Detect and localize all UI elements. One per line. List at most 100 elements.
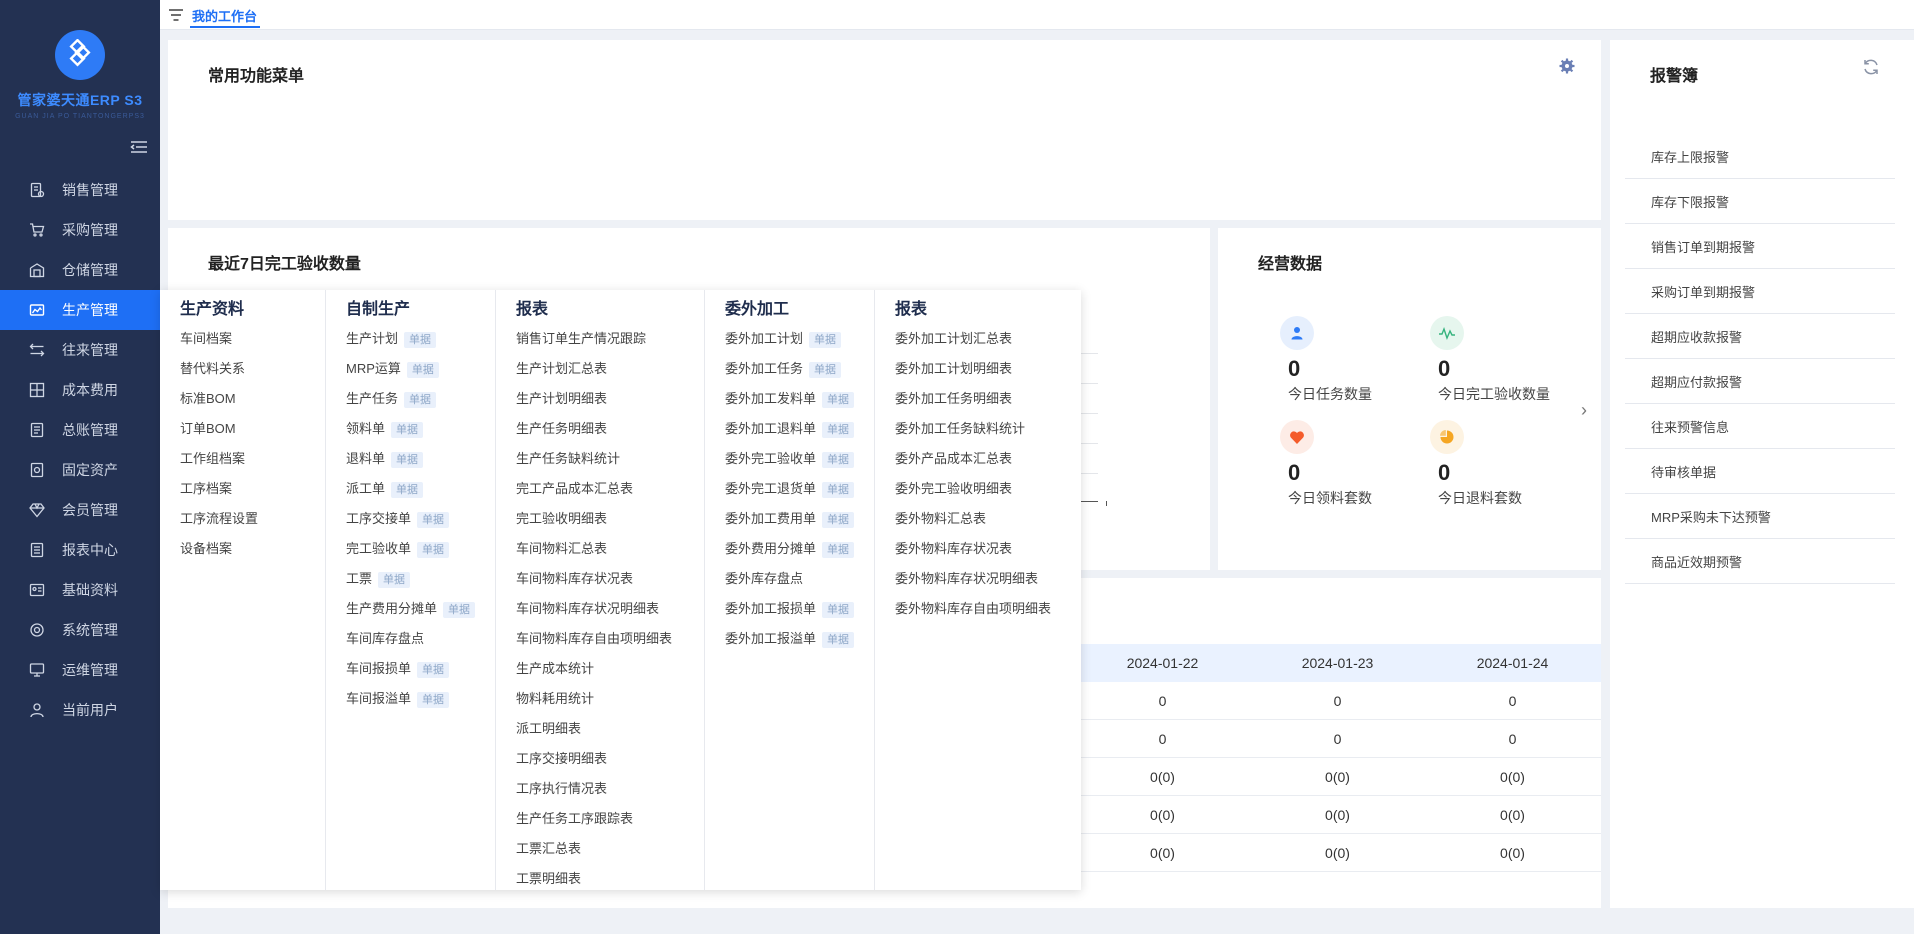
sidebar-item-6[interactable]: 总账管理 (0, 410, 160, 450)
alert-item[interactable]: 往来预警信息 (1625, 404, 1895, 449)
mega-menu-item[interactable]: MRP运算 单据 (346, 354, 495, 384)
mega-menu-item[interactable]: 生产任务缺料统计 (516, 444, 704, 474)
mega-menu-item[interactable]: 委外物料汇总表 (895, 504, 1081, 534)
sidebar-item-10[interactable]: 基础资料 (0, 570, 160, 610)
tab-my-workbench[interactable]: 我的工作台 (192, 6, 257, 25)
mega-menu-item[interactable]: 订单BOM (180, 414, 325, 444)
mega-menu-item[interactable]: 委外物料库存自由项明细表 (895, 594, 1081, 624)
mega-menu-item[interactable]: 工作组档案 (180, 444, 325, 474)
alert-item[interactable]: 销售订单到期报警 (1625, 224, 1895, 269)
mega-menu-item[interactable]: 车间报损单 单据 (346, 654, 495, 684)
mega-menu-item[interactable]: 完工验收单 单据 (346, 534, 495, 564)
collapse-menu-icon[interactable] (130, 140, 148, 154)
mega-menu-item[interactable]: 派工明细表 (516, 714, 704, 744)
mega-menu-item[interactable]: 工序流程设置 (180, 504, 325, 534)
mega-menu-item[interactable]: 完工验收明细表 (516, 504, 704, 534)
alert-item[interactable]: 采购订单到期报警 (1625, 269, 1895, 314)
mega-menu-item[interactable]: 委外加工任务缺料统计 (895, 414, 1081, 444)
mega-menu-item[interactable]: 退料单 单据 (346, 444, 495, 474)
mega-menu-item[interactable]: 生产计划明细表 (516, 384, 704, 414)
mega-menu-item[interactable]: 工票汇总表 (516, 834, 704, 864)
alert-item[interactable]: 待审核单据 (1625, 449, 1895, 494)
alert-item[interactable]: 库存下限报警 (1625, 179, 1895, 224)
mega-menu-item[interactable]: 生产计划 单据 (346, 324, 495, 354)
alert-item[interactable]: 超期应付款报警 (1625, 359, 1895, 404)
mega-menu-item[interactable]: 生产任务明细表 (516, 414, 704, 444)
mega-menu-item[interactable]: 生产计划汇总表 (516, 354, 704, 384)
logo[interactable]: 管家婆天通ERP S3 GUAN JIA PO TIANTONGERPS3 (0, 0, 160, 130)
mega-menu-item[interactable]: 生产费用分摊单 单据 (346, 594, 495, 624)
mega-menu-item[interactable]: 工票明细表 (516, 864, 704, 894)
mega-menu-item[interactable]: 委外加工计划 单据 (725, 324, 874, 354)
sidebar-item-7[interactable]: 固定资产 (0, 450, 160, 490)
logo-icon (55, 30, 105, 80)
document-badge: 单据 (391, 422, 424, 438)
sidebar-item-9[interactable]: 报表中心 (0, 530, 160, 570)
mega-menu-item[interactable]: 委外完工退货单 单据 (725, 474, 874, 504)
alert-item[interactable]: 超期应收款报警 (1625, 314, 1895, 359)
mega-menu-item[interactable]: 委外物料库存状况明细表 (895, 564, 1081, 594)
mega-menu-item[interactable]: 生产成本统计 (516, 654, 704, 684)
settings-gear-icon[interactable] (1559, 58, 1575, 77)
sidebar-item-0[interactable]: 销售管理 (0, 170, 160, 210)
mega-menu-item[interactable]: 销售订单生产情况跟踪 (516, 324, 704, 354)
mega-menu-item[interactable]: 设备档案 (180, 534, 325, 564)
mega-menu-item[interactable]: 生产任务 单据 (346, 384, 495, 414)
sidebar-item-11[interactable]: 系统管理 (0, 610, 160, 650)
mega-menu-item[interactable]: 委外加工任务 单据 (725, 354, 874, 384)
alert-item[interactable]: MRP采购未下达预警 (1625, 494, 1895, 539)
document-badge: 单据 (822, 632, 855, 648)
mega-menu-item[interactable]: 委外加工报溢单 单据 (725, 624, 874, 654)
mega-menu-item[interactable]: 车间报溢单 单据 (346, 684, 495, 714)
mega-menu-item[interactable]: 工序档案 (180, 474, 325, 504)
mega-menu-item[interactable]: 车间物料库存状况明细表 (516, 594, 704, 624)
mega-menu-item[interactable]: 工票 单据 (346, 564, 495, 594)
sidebar-item-12[interactable]: 运维管理 (0, 650, 160, 690)
mega-menu-item[interactable]: 领料单 单据 (346, 414, 495, 444)
alert-item[interactable]: 库存上限报警 (1625, 134, 1895, 179)
mega-menu-item[interactable]: 委外完工验收单 单据 (725, 444, 874, 474)
mega-menu-item[interactable]: 委外加工任务明细表 (895, 384, 1081, 414)
sidebar-item-4[interactable]: 往来管理 (0, 330, 160, 370)
mega-menu-item[interactable]: 车间物料库存状况表 (516, 564, 704, 594)
mega-menu-item[interactable]: 生产任务工序跟踪表 (516, 804, 704, 834)
common-menu-panel: 常用功能菜单 (168, 40, 1601, 220)
sidebar-item-3[interactable]: 生产管理 (0, 290, 160, 330)
mega-menu-item[interactable]: 车间物料汇总表 (516, 534, 704, 564)
business-data-title: 经营数据 (1258, 256, 1323, 273)
mega-menu-item[interactable]: 派工单 单据 (346, 474, 495, 504)
mega-menu-item[interactable]: 委外加工费用单 单据 (725, 504, 874, 534)
mega-menu-item[interactable]: 委外加工计划汇总表 (895, 324, 1081, 354)
mega-menu-item-label: 销售订单生产情况跟踪 (516, 331, 647, 346)
sidebar-item-13[interactable]: 当前用户 (0, 690, 160, 730)
mega-menu-item[interactable]: 标准BOM (180, 384, 325, 414)
mega-menu-item[interactable]: 委外库存盘点 (725, 564, 874, 594)
mega-menu-item[interactable]: 委外加工发料单 单据 (725, 384, 874, 414)
sidebar-item-5[interactable]: 成本费用 (0, 370, 160, 410)
sidebar-item-2[interactable]: 仓储管理 (0, 250, 160, 290)
document-badge: 单据 (822, 422, 855, 438)
mega-menu-item[interactable]: 委外完工验收明细表 (895, 474, 1081, 504)
mega-menu-item[interactable]: 物料耗用统计 (516, 684, 704, 714)
refresh-icon[interactable] (1862, 58, 1880, 79)
mega-menu-item[interactable]: 车间库存盘点 (346, 624, 495, 654)
mega-menu-item[interactable]: 委外物料库存状况表 (895, 534, 1081, 564)
mega-menu-item[interactable]: 委外加工计划明细表 (895, 354, 1081, 384)
alert-item[interactable]: 商品近效期预警 (1625, 539, 1895, 584)
next-arrow-icon[interactable]: › (1581, 400, 1587, 421)
filter-menu-icon[interactable] (168, 8, 184, 22)
mega-menu-item[interactable]: 完工产品成本汇总表 (516, 474, 704, 504)
mega-menu-item[interactable]: 工序执行情况表 (516, 774, 704, 804)
mega-menu-item-label: 工作组档案 (180, 451, 246, 466)
mega-menu-item[interactable]: 委外加工报损单 单据 (725, 594, 874, 624)
mega-menu-item[interactable]: 车间物料库存自由项明细表 (516, 624, 704, 654)
mega-menu-item[interactable]: 委外费用分摊单 单据 (725, 534, 874, 564)
sidebar-item-8[interactable]: 会员管理 (0, 490, 160, 530)
mega-menu-item[interactable]: 委外产品成本汇总表 (895, 444, 1081, 474)
mega-menu-item[interactable]: 工序交接单 单据 (346, 504, 495, 534)
mega-menu-item[interactable]: 委外加工退料单 单据 (725, 414, 874, 444)
mega-menu-item[interactable]: 车间档案 (180, 324, 325, 354)
mega-menu-item[interactable]: 工序交接明细表 (516, 744, 704, 774)
mega-menu-item[interactable]: 替代料关系 (180, 354, 325, 384)
sidebar-item-1[interactable]: 采购管理 (0, 210, 160, 250)
